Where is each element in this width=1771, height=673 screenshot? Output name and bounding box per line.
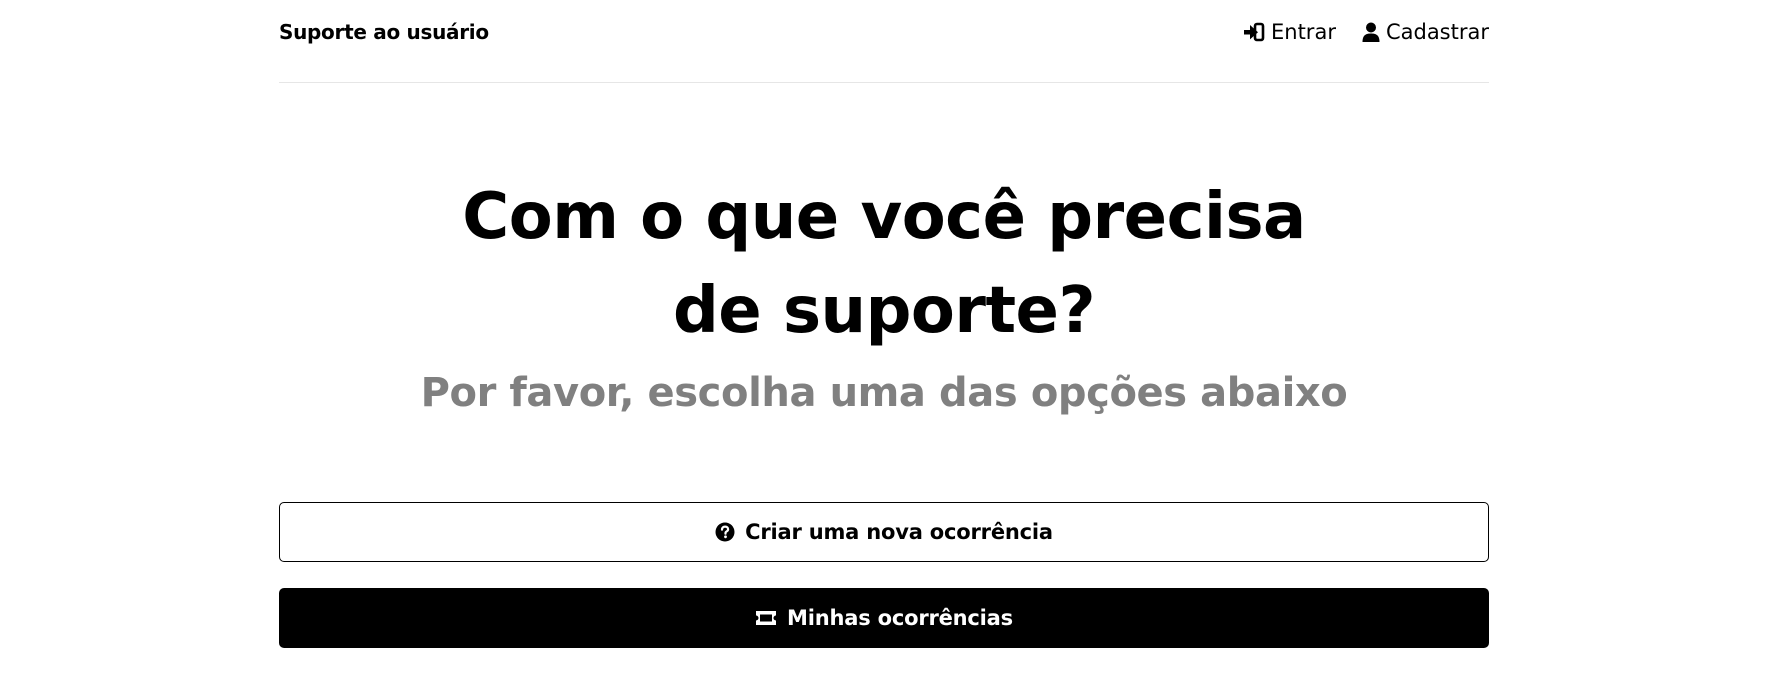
new-ticket-label: Criar uma nova ocorrência: [745, 520, 1053, 544]
sign-in-icon: [1243, 22, 1265, 42]
user-icon: [1362, 22, 1380, 42]
login-label: Entrar: [1271, 20, 1336, 44]
login-link[interactable]: Entrar: [1243, 19, 1336, 45]
page-title: Com o que você precisa de suporte?: [462, 180, 1306, 348]
register-label: Cadastrar: [1385, 20, 1489, 44]
top-navbar: Suporte ao usuário Entrar Cadastrar: [279, 0, 1489, 83]
question-circle-icon: [715, 522, 735, 542]
register-link[interactable]: Cadastrar: [1362, 19, 1489, 45]
page-container: Suporte ao usuário Entrar Cadastrar Com …: [279, 0, 1489, 673]
my-tickets-label: Minhas ocorrências: [787, 606, 1013, 630]
hero-section: Com o que você precisa de suporte? Por f…: [279, 170, 1489, 418]
my-tickets-button[interactable]: Minhas ocorrências: [279, 588, 1489, 648]
brand-title[interactable]: Suporte ao usuário: [279, 19, 489, 45]
ticket-icon: [755, 610, 777, 626]
page-subtitle: Por favor, escolha uma das opções abaixo: [420, 370, 1348, 416]
nav-links: Entrar Cadastrar: [1243, 19, 1489, 45]
new-ticket-button[interactable]: Criar uma nova ocorrência: [279, 502, 1489, 562]
